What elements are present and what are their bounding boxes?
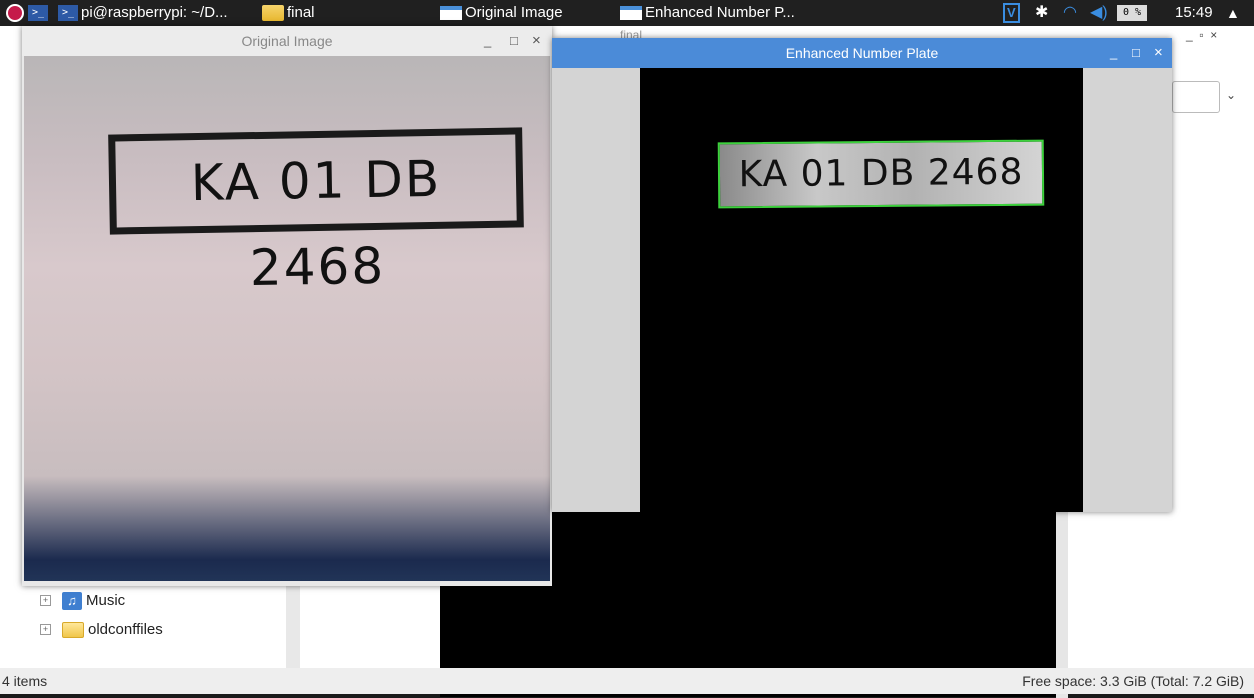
item-count: 4 items — [2, 673, 48, 689]
task-enhanced-number-plate[interactable]: Enhanced Number P... — [620, 0, 795, 26]
bluetooth-icon[interactable]: ✱ — [1035, 0, 1048, 26]
path-dropdown[interactable] — [1172, 81, 1220, 113]
chevron-down-icon[interactable]: ⌄ — [1226, 88, 1236, 102]
taskbar: >_ >_ pi@raspberrypi: ~/D... final Origin… — [0, 0, 1254, 26]
volume-icon[interactable]: ◀) — [1090, 0, 1108, 26]
expand-icon[interactable]: + — [40, 595, 51, 606]
task-folder-final[interactable]: final — [262, 0, 315, 26]
vnc-icon[interactable]: V — [1003, 0, 1020, 26]
maximize-button[interactable]: □ — [1132, 38, 1140, 68]
window-icon — [620, 6, 642, 21]
enhanced-window-title: Enhanced Number Plate — [552, 38, 1172, 68]
status-bar: 4 items Free space: 3.3 GiB (Total: 7.2 … — [0, 668, 1254, 694]
task-original-image[interactable]: Original Image — [440, 0, 563, 26]
enhanced-plate: KA 01 DB 2468 — [717, 139, 1045, 209]
original-plate: KA 01 DB 2468 — [108, 127, 524, 297]
clock[interactable]: 15:49 — [1175, 0, 1213, 26]
fm-window-controls: _ ▫ × — [1186, 28, 1218, 42]
terminal-launcher-icon[interactable]: >_ — [28, 0, 51, 26]
terminal-icon: >_ — [58, 5, 78, 22]
minimize-button[interactable]: _ — [484, 26, 491, 56]
original-image-window: Original Image _ □ × KA 01 DB 2468 — [22, 26, 552, 586]
task-terminal[interactable]: >_ pi@raspberrypi: ~/D... — [58, 0, 228, 26]
wifi-icon[interactable]: ◠ — [1063, 0, 1077, 26]
original-photo: KA 01 DB 2468 — [24, 56, 550, 581]
tree-item-oldconffiles[interactable]: + oldconffiles — [40, 619, 163, 641]
minimize-button[interactable]: _ — [1110, 38, 1117, 68]
folder-icon — [262, 5, 284, 22]
close-button[interactable]: × — [532, 26, 541, 56]
tree-item-music[interactable]: + ♫ Music — [40, 590, 125, 612]
music-folder-icon: ♫ — [62, 592, 82, 611]
expand-icon[interactable]: + — [40, 624, 51, 635]
close-button[interactable]: × — [1154, 38, 1163, 68]
maximize-button[interactable]: □ — [510, 26, 518, 56]
original-window-title: Original Image — [22, 26, 552, 56]
folder-icon — [62, 622, 84, 639]
window-icon — [440, 6, 462, 21]
raspberry-menu-icon[interactable] — [6, 0, 24, 26]
tree-vertical-scrollbar[interactable] — [286, 586, 300, 676]
eject-icon[interactable]: ▲ — [1226, 0, 1240, 26]
cpu-monitor[interactable]: 0 % — [1117, 0, 1148, 26]
free-space: Free space: 3.3 GiB (Total: 7.2 GiB) — [1022, 673, 1244, 689]
enhanced-image-canvas: KA 01 DB 2468 — [640, 68, 1083, 512]
enhanced-number-plate-window: Enhanced Number Plate _ □ × KA 01 DB 246… — [552, 38, 1172, 512]
directory-tree: + ♫ Music + oldconffiles — [22, 586, 302, 671]
